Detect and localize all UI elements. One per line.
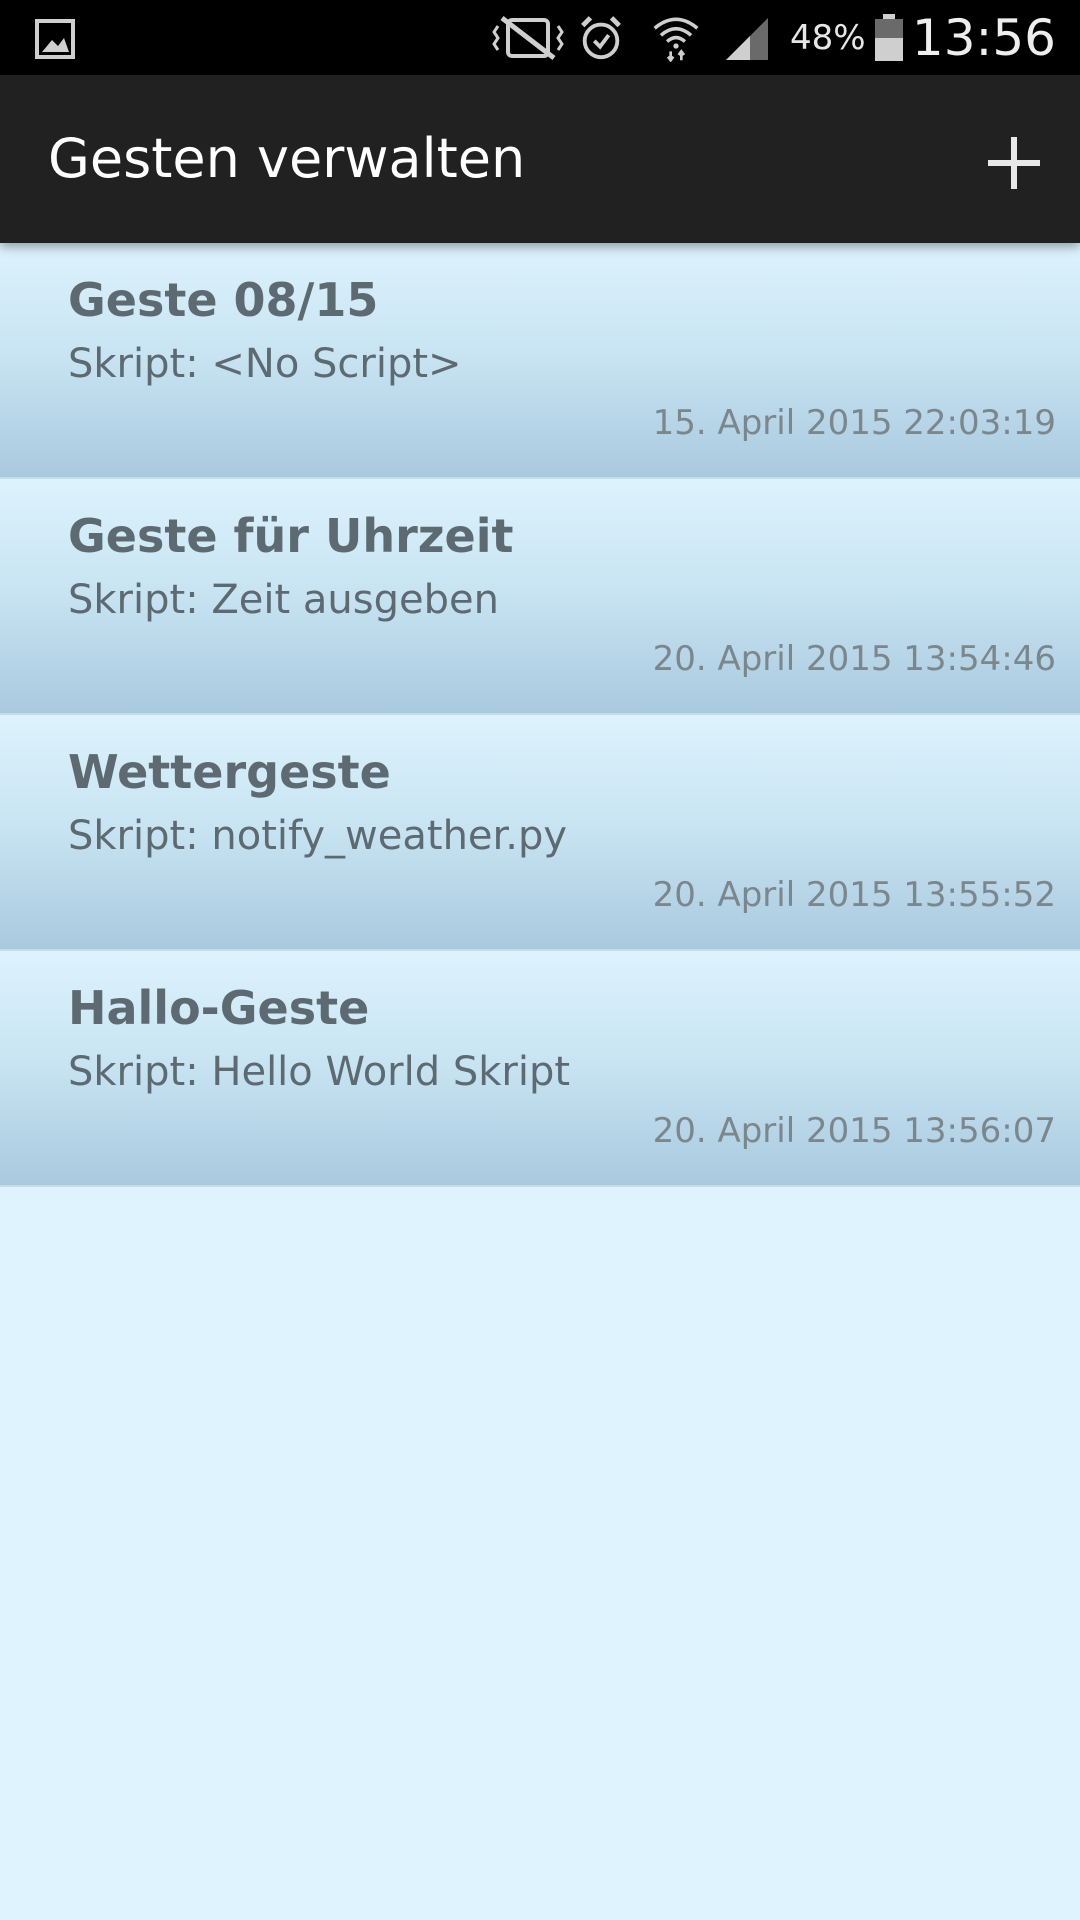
gesture-script: Skript: Hello World Skript	[68, 1049, 571, 1095]
signal-icon	[726, 18, 768, 60]
action-bar: Gesten verwalten	[0, 75, 1080, 243]
gesture-date: 15. April 2015 22:03:19	[652, 403, 1056, 443]
gesture-name: Wettergeste	[68, 745, 391, 799]
gesture-date: 20. April 2015 13:55:52	[652, 875, 1056, 915]
add-gesture-button[interactable]	[966, 113, 1062, 209]
status-bar: 48% 13:56	[0, 0, 1080, 75]
gesture-script: Skript: <No Script>	[68, 341, 462, 387]
gesture-list-item[interactable]: Wettergeste Skript: notify_weather.py 20…	[0, 715, 1080, 951]
gesture-list-item[interactable]: Geste für Uhrzeit Skript: Zeit ausgeben …	[0, 479, 1080, 715]
plus-icon	[988, 137, 1040, 189]
gesture-list: Geste 08/15 Skript: <No Script> 15. Apri…	[0, 243, 1080, 1187]
gesture-name: Hallo-Geste	[68, 981, 370, 1035]
vibrate-off-icon	[492, 16, 564, 60]
gesture-date: 20. April 2015 13:56:07	[652, 1111, 1056, 1151]
wifi-icon	[653, 17, 699, 62]
gesture-list-item[interactable]: Hallo-Geste Skript: Hello World Skript 2…	[0, 951, 1080, 1187]
status-clock: 13:56	[911, 9, 1056, 67]
battery-icon	[875, 14, 903, 61]
gesture-script: Skript: Zeit ausgeben	[68, 577, 499, 623]
alarm-icon	[581, 16, 621, 60]
page-title: Gesten verwalten	[48, 127, 526, 190]
gesture-name: Geste für Uhrzeit	[68, 509, 514, 563]
gesture-name: Geste 08/15	[68, 273, 379, 327]
gesture-list-item[interactable]: Geste 08/15 Skript: <No Script> 15. Apri…	[0, 243, 1080, 479]
battery-percent: 48%	[790, 18, 866, 58]
gesture-script: Skript: notify_weather.py	[68, 813, 568, 859]
gesture-date: 20. April 2015 13:54:46	[652, 639, 1056, 679]
gallery-icon	[35, 19, 75, 59]
